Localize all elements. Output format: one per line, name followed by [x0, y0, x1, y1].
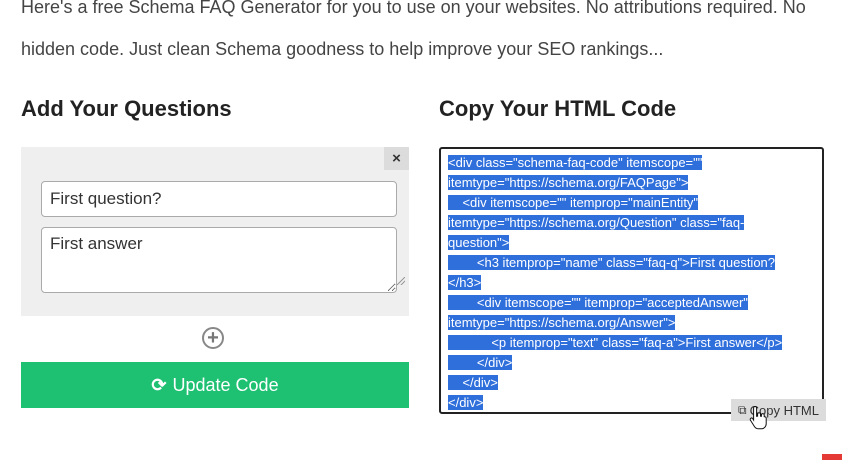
intro-line-2: hidden code. Just clean Schema goodness … [21, 39, 664, 59]
code-line: </div> [448, 375, 498, 390]
code-line: </h3> [448, 275, 482, 290]
faq-item-card: × First answer [21, 147, 409, 316]
code-line: <div itemscope="" itemprop="acceptedAnsw… [448, 295, 748, 310]
add-question-button[interactable]: + [202, 327, 224, 349]
question-input[interactable] [41, 181, 397, 217]
code-line: itemtype="https://schema.org/FAQPage"> [448, 175, 689, 190]
code-line: question"> [448, 235, 510, 250]
remove-question-button[interactable]: × [384, 147, 409, 170]
update-code-button[interactable]: ⟳ Update Code [21, 362, 409, 408]
hand-cursor-icon [749, 405, 767, 430]
copy-icon: ⧉ [738, 402, 747, 417]
refresh-icon: ⟳ [151, 374, 167, 395]
code-line: <div itemscope="" itemprop="mainEntity" [448, 195, 699, 210]
close-icon: × [392, 150, 401, 167]
update-code-label: Update Code [172, 374, 279, 395]
code-line: <div class="schema-faq-code" itemscope="… [448, 155, 703, 170]
code-line: </div> [448, 355, 513, 370]
answer-input[interactable]: First answer [41, 227, 397, 293]
plus-icon: + [207, 327, 219, 349]
code-line: <p itemprop="text" class="faq-a">First a… [448, 335, 783, 350]
resize-handle-icon[interactable] [397, 277, 405, 285]
html-code-output[interactable]: <div class="schema-faq-code" itemscope="… [439, 147, 824, 414]
code-line: itemtype="https://schema.org/Answer"> [448, 315, 676, 330]
copy-html-button[interactable]: ⧉ Copy HTML [731, 399, 826, 421]
add-questions-title: Add Your Questions [21, 96, 232, 121]
copy-html-title: Copy Your HTML Code [439, 96, 677, 121]
intro-line-1: Here's a free Schema FAQ Generator for y… [21, 0, 806, 17]
code-line: <h3 itemprop="name" class="faq-q">First … [448, 255, 776, 270]
code-line: itemtype="https://schema.org/Question" c… [448, 215, 745, 230]
intro-text: Here's a free Schema FAQ Generator for y… [21, 0, 831, 70]
brand-badge [822, 454, 842, 460]
